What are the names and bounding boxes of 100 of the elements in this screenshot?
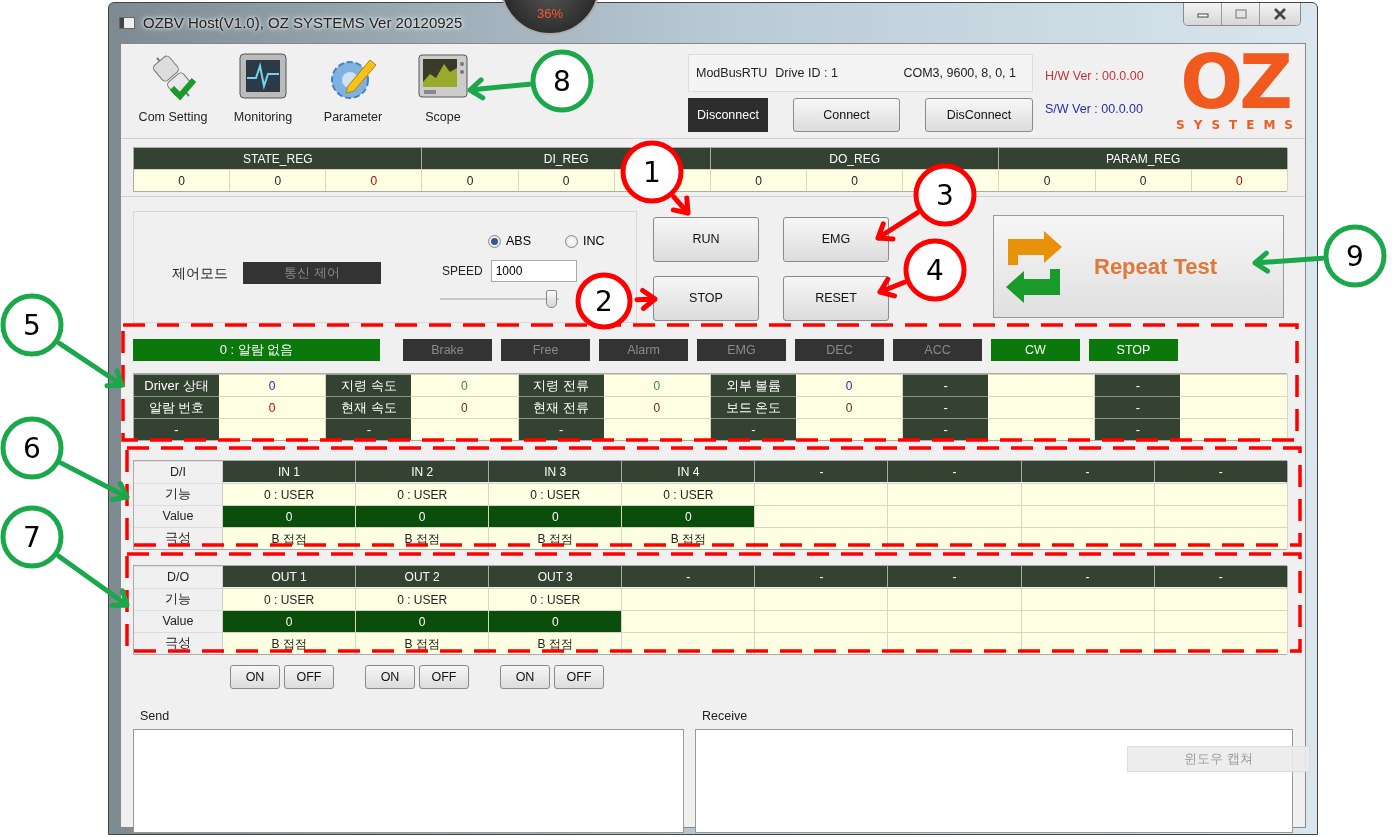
column-header: - <box>888 566 1022 587</box>
on-button[interactable]: ON <box>500 665 550 689</box>
column-header: OUT 3 <box>489 566 623 587</box>
receive-label: Receive <box>702 709 749 723</box>
on-button[interactable]: ON <box>230 665 280 689</box>
table-cell: 0 <box>1095 169 1192 191</box>
row-label: 현재 전류 <box>518 396 604 418</box>
column-header: - <box>755 566 889 587</box>
column-header: IN 4 <box>622 461 756 482</box>
monitor-icon <box>238 52 288 102</box>
table-cell: 0 <box>223 505 357 527</box>
column-header: IN 1 <box>223 461 357 482</box>
sw-version-label: S/W Ver : 00.0.00 <box>1045 100 1144 118</box>
connect-button[interactable]: Connect <box>793 98 900 132</box>
command-button[interactable]: RESET <box>783 276 889 321</box>
toolbar-button[interactable]: Monitoring <box>218 52 308 128</box>
callout-marker: 7 <box>0 505 64 569</box>
column-header: OUT 2 <box>356 566 490 587</box>
alarm-status: 0 : 알람 없음 <box>133 339 380 361</box>
off-button[interactable]: OFF <box>554 665 604 689</box>
window-title: OZBV Host(V1.0), OZ SYSTEMS Ver 20120925 <box>143 12 463 33</box>
table-cell: 0 <box>411 374 519 396</box>
status-indicator: Free <box>501 339 590 361</box>
column-header: OUT 1 <box>223 566 357 587</box>
table-cell: 0 : USER <box>223 483 357 505</box>
slider-thumb[interactable] <box>545 289 557 308</box>
table-cell: 0 <box>230 169 327 191</box>
mode-label: 제어모드 <box>172 263 228 283</box>
off-button[interactable]: OFF <box>419 665 469 689</box>
radio-option[interactable]: INC <box>565 232 605 251</box>
table-cell: 0 <box>710 169 808 191</box>
logo-tagline: SYSTEMS <box>1176 118 1302 132</box>
status-indicator: ACC <box>893 339 982 361</box>
callout-marker: 5 <box>0 293 64 357</box>
send-textarea[interactable] <box>133 729 684 833</box>
table-cell: 0 : USER <box>489 483 623 505</box>
table-cell: 0 <box>422 169 519 191</box>
close-button[interactable] <box>1260 3 1300 25</box>
table-cell: 0 <box>603 374 711 396</box>
capture-tooltip: 윈도우 캡쳐 <box>1127 746 1310 772</box>
maximize-icon <box>1234 9 1247 19</box>
column-header: IN 2 <box>356 461 490 482</box>
table-cell: 0 <box>356 610 490 632</box>
on-button[interactable]: ON <box>365 665 415 689</box>
corner-label: D/I <box>134 461 223 483</box>
app-icon <box>119 17 135 29</box>
connect-button[interactable]: DisConnect <box>925 98 1033 132</box>
row-label: - <box>518 418 604 440</box>
table-cell: 0 <box>134 169 231 191</box>
radio-option[interactable]: ABS <box>488 232 531 251</box>
table-cell: 0 : USER <box>223 588 357 610</box>
table-cell: 0 <box>622 505 756 527</box>
speed-input[interactable]: 1000 <box>490 259 577 282</box>
protocol-label: ModBusRTU <box>696 64 768 82</box>
table-cell: 0 <box>489 610 623 632</box>
minimize-button[interactable] <box>1184 3 1222 25</box>
row-label: 보드 온도 <box>710 396 796 418</box>
table-cell: 0 <box>223 610 357 632</box>
row-label: 기능 <box>134 483 223 505</box>
minimize-icon <box>1196 10 1209 18</box>
command-button[interactable]: STOP <box>653 276 759 321</box>
toolbar-button[interactable]: Parameter <box>308 52 398 128</box>
toolbar-button[interactable]: Scope <box>398 52 488 128</box>
command-button[interactable]: RUN <box>653 217 759 262</box>
table-cell: 0 <box>219 396 327 418</box>
table-cell: 0 <box>999 169 1096 191</box>
row-label: 외부 볼륨 <box>710 374 796 396</box>
row-label: - <box>1095 396 1181 418</box>
status-indicator: Alarm <box>599 339 688 361</box>
table-cell: 0 <box>356 505 490 527</box>
table-cell: 0 <box>518 169 615 191</box>
table-cell: 0 <box>411 396 519 418</box>
register-header: DO_REG <box>710 148 1000 169</box>
off-button[interactable]: OFF <box>284 665 334 689</box>
column-header: - <box>1021 566 1155 587</box>
status-indicator: EMG <box>697 339 786 361</box>
row-label: - <box>1095 418 1181 440</box>
table-cell: 0 : USER <box>622 483 756 505</box>
column-header: IN 3 <box>489 461 623 482</box>
callout-marker: 6 <box>0 416 64 480</box>
row-label: Value <box>134 505 223 527</box>
row-label: 기능 <box>134 588 223 610</box>
column-header: - <box>1021 461 1155 482</box>
row-label: 지령 전류 <box>518 374 604 396</box>
receive-textarea[interactable] <box>695 729 1293 833</box>
status-indicator: Brake <box>403 339 492 361</box>
row-label: Driver 상태 <box>134 374 219 396</box>
command-button[interactable]: EMG <box>783 217 889 262</box>
row-label: - <box>903 396 989 418</box>
table-cell: 0 <box>603 396 711 418</box>
row-label: - <box>134 418 219 440</box>
row-label: 현재 속도 <box>326 396 412 418</box>
table-cell: 0 : USER <box>489 588 623 610</box>
speed-slider[interactable] <box>440 289 559 308</box>
column-header: - <box>1154 566 1288 587</box>
repeat-arrows-icon <box>1004 230 1064 303</box>
column-header: - <box>622 566 756 587</box>
port-settings-label: COM3, 9600, 8, 0, 1 <box>903 64 1016 82</box>
table-cell: 0 <box>326 169 423 191</box>
toolbar-button[interactable]: Com Setting <box>128 52 218 128</box>
